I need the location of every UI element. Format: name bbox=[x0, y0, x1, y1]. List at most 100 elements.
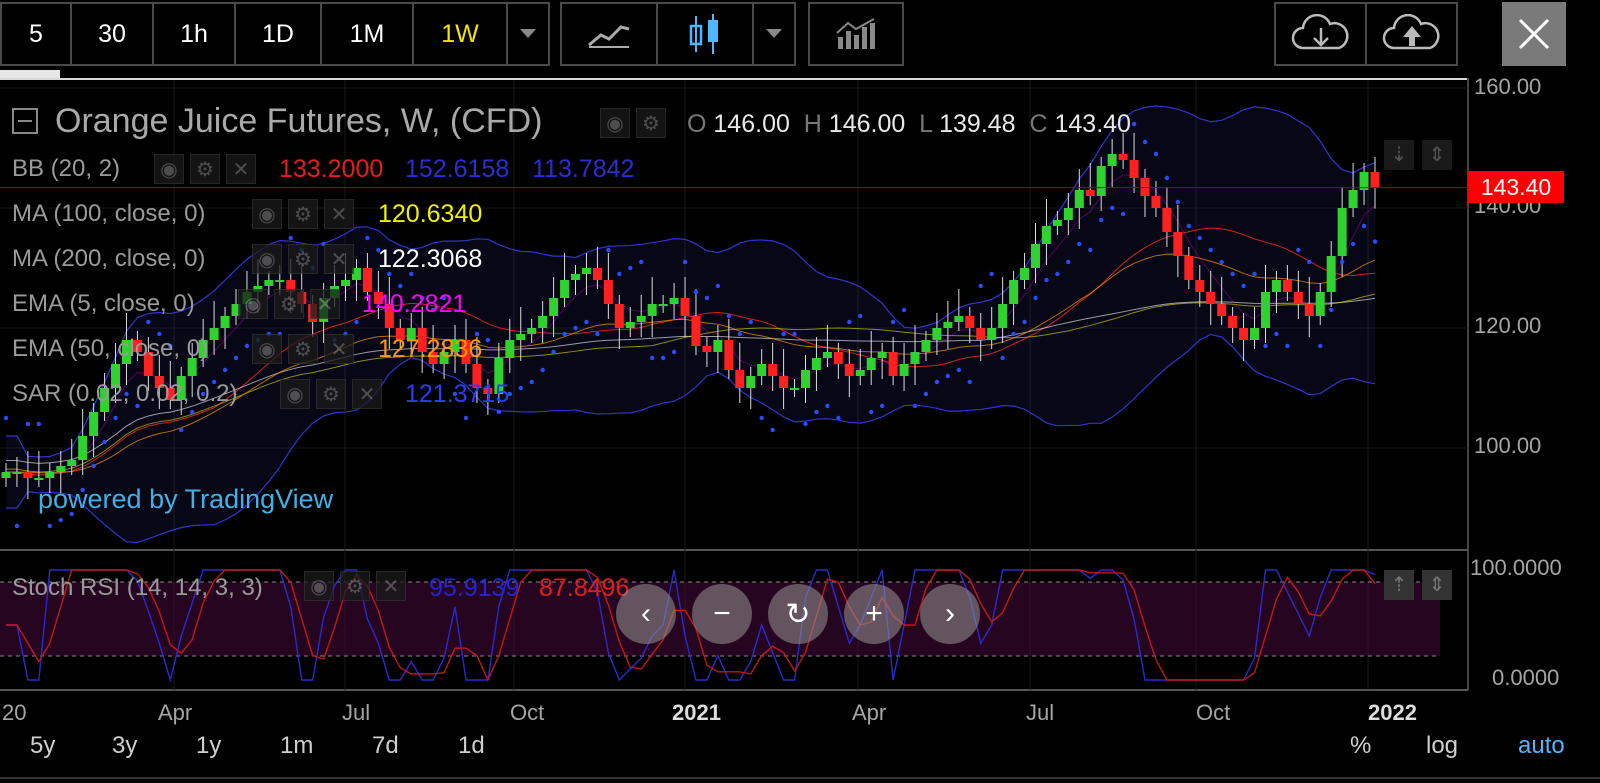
gear-icon[interactable]: ⚙ bbox=[274, 289, 304, 319]
close-small-icon[interactable]: ✕ bbox=[376, 571, 406, 601]
sar-dot bbox=[1164, 175, 1170, 181]
symbol-title: Orange Juice Futures, W, (CFD) bbox=[55, 102, 543, 140]
gear-icon[interactable]: ⚙ bbox=[636, 108, 666, 138]
stoch-move-up-button[interactable]: ⇡ bbox=[1384, 570, 1414, 600]
pane-expand-button[interactable]: ⇕ bbox=[1422, 140, 1452, 170]
zoom-in-button[interactable]: + bbox=[844, 584, 904, 644]
time-axis-label: Apr bbox=[852, 700, 887, 725]
ema5-controls: ◉ ⚙ ✕ bbox=[238, 289, 340, 319]
candle-body bbox=[23, 472, 33, 478]
range-1m-button[interactable]: 1m bbox=[280, 732, 313, 760]
tradingview-watermark[interactable]: powered by TradingView bbox=[38, 484, 333, 515]
scroll-left-button[interactable]: ‹ bbox=[616, 584, 676, 644]
percent-scale-button[interactable]: % bbox=[1350, 732, 1371, 760]
gear-icon[interactable]: ⚙ bbox=[288, 244, 318, 274]
scroll-right-button[interactable]: › bbox=[920, 584, 980, 644]
sar-dot bbox=[365, 235, 370, 241]
close-small-icon[interactable]: ✕ bbox=[324, 244, 354, 274]
sar-dot bbox=[25, 421, 31, 427]
close-icon bbox=[1518, 18, 1550, 50]
candle-body bbox=[680, 298, 690, 316]
candle-body bbox=[45, 472, 55, 478]
close-button[interactable] bbox=[1502, 2, 1566, 66]
interval-1m-button[interactable]: 1M bbox=[322, 4, 414, 64]
sar-dot bbox=[901, 307, 907, 313]
ma200-controls: ◉ ⚙ ✕ bbox=[252, 244, 354, 274]
sar-dot bbox=[792, 331, 797, 337]
range-1d-button[interactable]: 1d bbox=[458, 732, 485, 760]
close-small-icon[interactable]: ✕ bbox=[310, 289, 340, 319]
reset-button[interactable]: ↻ bbox=[768, 584, 828, 644]
range-3y-button[interactable]: 3y bbox=[112, 732, 137, 760]
candle-body bbox=[1074, 190, 1084, 208]
sar-dot bbox=[354, 319, 359, 325]
interval-30-button[interactable]: 30 bbox=[72, 4, 154, 64]
gear-icon[interactable]: ⚙ bbox=[288, 334, 318, 364]
interval-5-button[interactable]: 5 bbox=[2, 4, 72, 64]
ohlc-readout: O 146.00 H 146.00 L 139.48 C 143.40 bbox=[687, 110, 1131, 139]
candle-body bbox=[12, 472, 22, 474]
candle-body bbox=[1041, 226, 1051, 244]
eye-icon[interactable]: ◉ bbox=[154, 154, 184, 184]
close-small-icon[interactable]: ✕ bbox=[226, 154, 256, 184]
stoch-axis-label: 100.0000 bbox=[1470, 555, 1562, 580]
eye-icon[interactable]: ◉ bbox=[304, 571, 334, 601]
candles-button[interactable] bbox=[658, 4, 754, 64]
range-5y-button[interactable]: 5y bbox=[30, 732, 55, 760]
gear-icon[interactable]: ⚙ bbox=[340, 571, 370, 601]
sar-dot bbox=[1328, 307, 1334, 313]
candle-body bbox=[822, 352, 832, 358]
sar-dot bbox=[3, 415, 9, 421]
eye-icon[interactable]: ◉ bbox=[252, 244, 282, 274]
sar-dot bbox=[1044, 277, 1049, 283]
ema50-value: 127.2836 bbox=[378, 335, 483, 363]
range-1y-button[interactable]: 1y bbox=[196, 732, 221, 760]
sar-dot bbox=[617, 271, 622, 277]
zoom-out-button[interactable]: − bbox=[692, 584, 752, 644]
sar-dot bbox=[803, 421, 808, 427]
cloud-download-button[interactable] bbox=[1276, 4, 1367, 64]
close-small-icon[interactable]: ✕ bbox=[324, 199, 354, 229]
interval-1d-button[interactable]: 1D bbox=[236, 4, 322, 64]
range-7d-button[interactable]: 7d bbox=[372, 732, 399, 760]
collapse-legend-button[interactable] bbox=[12, 108, 38, 134]
interval-1w-button[interactable]: 1W bbox=[414, 4, 508, 64]
eye-icon[interactable]: ◉ bbox=[600, 108, 630, 138]
candle-body bbox=[724, 340, 734, 370]
log-scale-button[interactable]: log bbox=[1426, 732, 1458, 760]
candle-body bbox=[1020, 268, 1030, 280]
close-small-icon[interactable]: ✕ bbox=[324, 334, 354, 364]
sar-dot bbox=[1263, 343, 1268, 349]
eye-icon[interactable]: ◉ bbox=[238, 289, 268, 319]
sar-dot bbox=[36, 421, 42, 427]
interval-1h-button[interactable]: 1h bbox=[154, 4, 236, 64]
sar-dot bbox=[858, 313, 863, 319]
indicators-button[interactable] bbox=[810, 4, 902, 64]
gear-icon[interactable]: ⚙ bbox=[190, 154, 220, 184]
candle-body bbox=[1217, 304, 1227, 316]
cloud-upload-icon bbox=[1382, 14, 1440, 50]
cloud-upload-button[interactable] bbox=[1367, 4, 1456, 64]
eye-icon[interactable]: ◉ bbox=[280, 379, 310, 409]
candle-body bbox=[1173, 232, 1183, 256]
eye-icon[interactable]: ◉ bbox=[252, 199, 282, 229]
candle-body bbox=[516, 334, 526, 340]
chart-type-dropdown-button[interactable] bbox=[754, 4, 794, 64]
pane-move-up-button[interactable]: ⇣ bbox=[1384, 140, 1414, 170]
cloud-toolbar bbox=[1274, 2, 1458, 66]
gear-icon[interactable]: ⚙ bbox=[288, 199, 318, 229]
sar-dot bbox=[1274, 331, 1279, 337]
eye-icon[interactable]: ◉ bbox=[252, 334, 282, 364]
sar-dot bbox=[1186, 223, 1192, 229]
line-chart-button[interactable] bbox=[562, 4, 658, 64]
interval-dropdown-button[interactable] bbox=[508, 4, 548, 64]
sar-dot bbox=[682, 259, 688, 265]
stoch-expand-button[interactable]: ⇕ bbox=[1422, 570, 1452, 600]
indicators-icon bbox=[836, 18, 875, 49]
close-small-icon[interactable]: ✕ bbox=[352, 379, 382, 409]
candle-body bbox=[581, 268, 591, 274]
auto-scale-button[interactable]: auto bbox=[1518, 732, 1565, 760]
sar-dot bbox=[1252, 271, 1257, 277]
gear-icon[interactable]: ⚙ bbox=[316, 379, 346, 409]
sar-dot bbox=[989, 271, 994, 277]
